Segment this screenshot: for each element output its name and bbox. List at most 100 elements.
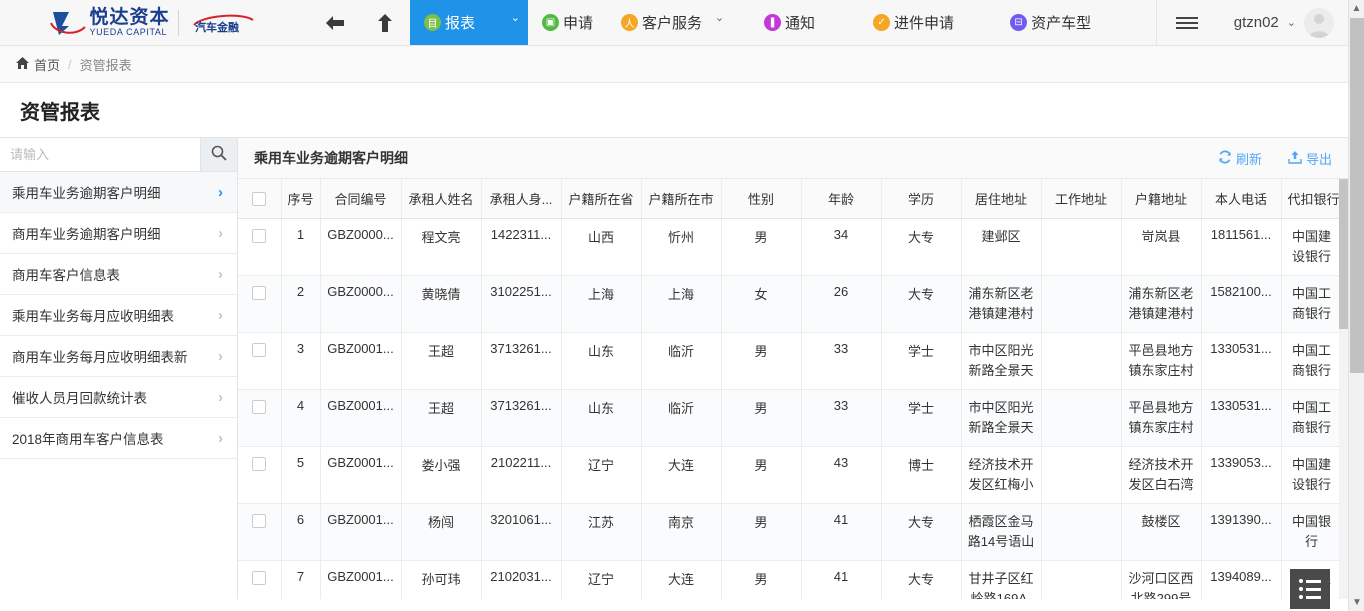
- breadcrumb-home[interactable]: 首页: [16, 55, 60, 74]
- search-input[interactable]: [0, 138, 200, 171]
- chevron-right-icon: ›: [218, 348, 223, 365]
- cell-gender: 女: [721, 276, 801, 333]
- cell-age: 34: [801, 219, 881, 276]
- cell-idno: 3713261...: [481, 390, 561, 447]
- row-checkbox[interactable]: [252, 343, 266, 357]
- sidebar-item-label: 商用车业务每月应收明细表新: [12, 346, 188, 366]
- col-education[interactable]: 学历: [881, 179, 961, 219]
- col-phone[interactable]: 本人电话: [1201, 179, 1281, 219]
- cell-province: 山西: [561, 219, 641, 276]
- sidebar-search-row: [0, 138, 237, 172]
- refresh-label: 刷新: [1236, 149, 1262, 168]
- list-icon: [1299, 579, 1321, 599]
- up-button[interactable]: [360, 0, 410, 45]
- row-checkbox-cell[interactable]: [238, 219, 281, 276]
- table-scrollbar-thumb[interactable]: [1339, 179, 1348, 329]
- row-checkbox[interactable]: [252, 514, 266, 528]
- cell-work-address: [1041, 447, 1121, 504]
- table-row[interactable]: 7 GBZ0001... 孙可玮 2102031... 辽宁 大连 男 41 大…: [238, 561, 1342, 600]
- row-checkbox-cell[interactable]: [238, 390, 281, 447]
- chevron-right-icon: ›: [218, 389, 223, 406]
- apply-icon: ▣: [542, 14, 559, 31]
- cell-hukou-address: 岢岚县: [1121, 219, 1201, 276]
- table-scroll-container[interactable]: 序号 合同编号 承租人姓名 承租人身... 户籍所在省 户籍所在市 性别 年龄 …: [238, 179, 1348, 599]
- col-hukou-address[interactable]: 户籍地址: [1121, 179, 1201, 219]
- search-button[interactable]: [200, 138, 237, 171]
- export-icon: [1288, 150, 1302, 167]
- row-checkbox[interactable]: [252, 286, 266, 300]
- cell-province: 辽宁: [561, 561, 641, 600]
- cell-seq: 6: [281, 504, 320, 561]
- select-all-header[interactable]: [238, 179, 281, 219]
- cell-residence: 经济技术开发区红梅小: [961, 447, 1041, 504]
- scroll-up-arrow-icon[interactable]: ▲: [1349, 0, 1364, 17]
- nav-menu-apply[interactable]: ▣ 申请: [528, 0, 607, 45]
- row-checkbox[interactable]: [252, 229, 266, 243]
- refresh-button[interactable]: 刷新: [1218, 149, 1262, 168]
- row-checkbox-cell[interactable]: [238, 447, 281, 504]
- sidebar-item-2[interactable]: 商用车客户信息表 ›: [0, 254, 237, 295]
- row-checkbox[interactable]: [252, 571, 266, 585]
- col-city[interactable]: 户籍所在市: [641, 179, 721, 219]
- scroll-down-arrow-icon[interactable]: ▼: [1349, 594, 1364, 611]
- table-row[interactable]: 5 GBZ0001... 娄小强 2102211... 辽宁 大连 男 43 博…: [238, 447, 1342, 504]
- col-seq[interactable]: 序号: [281, 179, 320, 219]
- row-checkbox-cell[interactable]: [238, 276, 281, 333]
- cell-work-address: [1041, 561, 1121, 600]
- cell-residence: 浦东新区老港镇建港村: [961, 276, 1041, 333]
- nav-menu-customer-service[interactable]: 人 客户服务 ⌄: [607, 0, 732, 45]
- cell-province: 上海: [561, 276, 641, 333]
- page-scrollbar[interactable]: ▲ ▼: [1348, 0, 1364, 611]
- row-checkbox-cell[interactable]: [238, 504, 281, 561]
- sidebar-item-1[interactable]: 商用车业务逾期客户明细 ›: [0, 213, 237, 254]
- sidebar-item-5[interactable]: 催收人员月回款统计表 ›: [0, 377, 237, 418]
- cell-name: 王超: [401, 390, 481, 447]
- row-checkbox[interactable]: [252, 400, 266, 414]
- nav-menu-report[interactable]: 目 报表 ⌄: [410, 0, 528, 45]
- col-name[interactable]: 承租人姓名: [401, 179, 481, 219]
- col-work-address[interactable]: 工作地址: [1041, 179, 1121, 219]
- cell-phone: 1582100...: [1201, 276, 1281, 333]
- sidebar-item-3[interactable]: 乘用车业务每月应收明细表 ›: [0, 295, 237, 336]
- cell-hukou-address: 浦东新区老港镇建港村: [1121, 276, 1201, 333]
- table-row[interactable]: 4 GBZ0001... 王超 3713261... 山东 临沂 男 33 学士…: [238, 390, 1342, 447]
- hamburger-menu-icon[interactable]: [1156, 0, 1218, 45]
- user-menu[interactable]: gtzn02 ⌄: [1218, 0, 1348, 45]
- nav-menu-notice[interactable]: ❚ 通知: [750, 0, 829, 45]
- col-residence[interactable]: 居住地址: [961, 179, 1041, 219]
- col-idno[interactable]: 承租人身...: [481, 179, 561, 219]
- sidebar-item-0[interactable]: 乘用车业务逾期客户明细 ›: [0, 172, 237, 213]
- col-age[interactable]: 年龄: [801, 179, 881, 219]
- cell-age: 33: [801, 333, 881, 390]
- select-all-checkbox[interactable]: [252, 192, 266, 206]
- table-vertical-scrollbar[interactable]: [1339, 179, 1348, 599]
- sidebar-item-6[interactable]: 2018年商用车客户信息表 ›: [0, 418, 237, 459]
- table-row[interactable]: 1 GBZ0000... 程文亮 1422311... 山西 忻州 男 34 大…: [238, 219, 1342, 276]
- table-row[interactable]: 2 GBZ0000... 黄晓倩 3102251... 上海 上海 女 26 大…: [238, 276, 1342, 333]
- notice-icon: ❚: [764, 14, 781, 31]
- page-scrollbar-thumb[interactable]: [1350, 18, 1364, 373]
- nav-menu-intake[interactable]: ✓ 进件申请: [859, 0, 968, 45]
- table-row[interactable]: 6 GBZ0001... 杨闯 3201061... 江苏 南京 男 41 大专…: [238, 504, 1342, 561]
- cell-bank: 中国工商银行: [1281, 390, 1342, 447]
- col-province[interactable]: 户籍所在省: [561, 179, 641, 219]
- asset-icon: ⊟: [1010, 14, 1027, 31]
- row-checkbox-cell[interactable]: [238, 333, 281, 390]
- export-button[interactable]: 导出: [1288, 149, 1332, 168]
- nav-menu-asset-model[interactable]: ⊟ 资产车型: [996, 0, 1105, 45]
- cell-hukou-address: 平邑县地方镇东家庄村: [1121, 333, 1201, 390]
- nav-menu-notice-label: 通知: [785, 12, 815, 33]
- brand-logo[interactable]: 悦达资本 YUEDA CAPITAL 汽车金融: [0, 0, 310, 45]
- col-gender[interactable]: 性别: [721, 179, 801, 219]
- row-checkbox[interactable]: [252, 457, 266, 471]
- cell-seq: 3: [281, 333, 320, 390]
- row-checkbox-cell[interactable]: [238, 561, 281, 600]
- table-row[interactable]: 3 GBZ0001... 王超 3713261... 山东 临沂 男 33 学士…: [238, 333, 1342, 390]
- col-bank[interactable]: 代扣银行: [1281, 179, 1342, 219]
- list-toggle-button[interactable]: [1290, 569, 1330, 609]
- back-button[interactable]: [310, 0, 360, 45]
- cell-phone: 1391390...: [1201, 504, 1281, 561]
- sidebar-item-4[interactable]: 商用车业务每月应收明细表新 ›: [0, 336, 237, 377]
- cell-hukou-address: 平邑县地方镇东家庄村: [1121, 390, 1201, 447]
- col-contract[interactable]: 合同编号: [320, 179, 401, 219]
